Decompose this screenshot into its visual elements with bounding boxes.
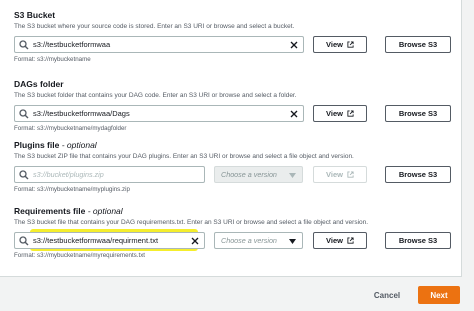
dags-folder-value: s3://testbucketformwaa/Dags — [33, 109, 130, 118]
requirements-file-view-button[interactable]: View — [313, 232, 367, 249]
search-icon — [19, 39, 29, 49]
s3-bucket-browse-button[interactable]: Browse S3 — [385, 36, 451, 53]
search-icon — [19, 235, 29, 245]
search-icon — [19, 169, 29, 179]
clear-icon[interactable] — [289, 109, 299, 119]
plugins-version-select: Choose a version — [214, 166, 303, 183]
next-button[interactable]: Next — [418, 286, 460, 304]
optional-label: - optional — [61, 140, 97, 150]
view-button-label: View — [326, 40, 343, 49]
requirements-file-format-hint: Format: s3://mybucketname/myrequirements… — [14, 252, 146, 259]
s3-bucket-input[interactable]: s3://testbucketformwaa — [14, 36, 304, 53]
s3-bucket-section: S3 Bucket The S3 bucket where your sourc… — [14, 10, 458, 64]
view-button-label: View — [326, 109, 343, 118]
dags-folder-browse-button[interactable]: Browse S3 — [385, 105, 451, 122]
clear-icon[interactable] — [289, 40, 299, 50]
version-placeholder: Choose a version — [221, 170, 277, 179]
dags-folder-view-button[interactable]: View — [313, 105, 367, 122]
plugins-file-view-button: View — [313, 166, 367, 183]
requirements-file-description: The S3 bucket file that contains your DA… — [14, 219, 369, 226]
dags-folder-input[interactable]: s3://testbucketformwaa/Dags — [14, 105, 304, 122]
plugins-file-format-hint: Format: s3://mybucketname/myplugins.zip — [14, 186, 130, 193]
plugins-file-input[interactable]: s3://bucket/plugins.zip — [14, 166, 205, 183]
requirements-file-value: s3://testbucketformwaa/requirment.txt — [33, 236, 159, 245]
clear-icon[interactable] — [190, 236, 200, 246]
view-button-label: View — [326, 170, 343, 179]
caret-down-icon — [289, 173, 296, 178]
dags-folder-description: The S3 bucket folder that contains your … — [14, 92, 297, 99]
s3-bucket-view-button[interactable]: View — [313, 36, 367, 53]
plugins-file-description: The S3 bucket ZIP file that contains you… — [14, 153, 354, 160]
plugins-file-browse-button[interactable]: Browse S3 — [385, 166, 451, 183]
plugins-file-placeholder: s3://bucket/plugins.zip — [33, 170, 104, 179]
external-link-icon — [347, 41, 354, 48]
search-icon — [19, 108, 29, 118]
external-link-icon — [347, 171, 354, 178]
plugins-file-section: Plugins file - optional The S3 bucket ZI… — [14, 140, 458, 194]
dags-folder-format-hint: Format: s3://mybucketname/mydagfolder — [14, 125, 127, 132]
s3-bucket-value: s3://testbucketformwaa — [33, 40, 111, 49]
caret-down-icon — [289, 239, 296, 244]
dags-folder-label: DAGs folder — [14, 79, 64, 89]
view-button-label: View — [326, 236, 343, 245]
plugins-file-label: Plugins file - optional — [14, 140, 97, 150]
requirements-file-section: Requirements file - optional The S3 buck… — [14, 206, 458, 260]
optional-label: - optional — [87, 206, 123, 216]
dags-folder-section: DAGs folder The S3 bucket folder that co… — [14, 79, 458, 133]
version-placeholder: Choose a version — [221, 236, 277, 245]
s3-bucket-description: The S3 bucket where your source code is … — [14, 23, 295, 30]
s3-bucket-format-hint: Format: s3://mybucketname — [14, 56, 91, 63]
source-code-card: S3 Bucket The S3 bucket where your sourc… — [0, 0, 462, 277]
external-link-icon — [347, 237, 354, 244]
s3-bucket-label: S3 Bucket — [14, 10, 56, 20]
requirements-file-label: Requirements file - optional — [14, 206, 123, 216]
external-link-icon — [347, 110, 354, 117]
cancel-button[interactable]: Cancel — [366, 288, 408, 302]
requirements-file-input[interactable]: s3://testbucketformwaa/requirment.txt — [14, 232, 205, 249]
requirements-file-browse-button[interactable]: Browse S3 — [385, 232, 451, 249]
requirements-version-select[interactable]: Choose a version — [214, 232, 303, 249]
